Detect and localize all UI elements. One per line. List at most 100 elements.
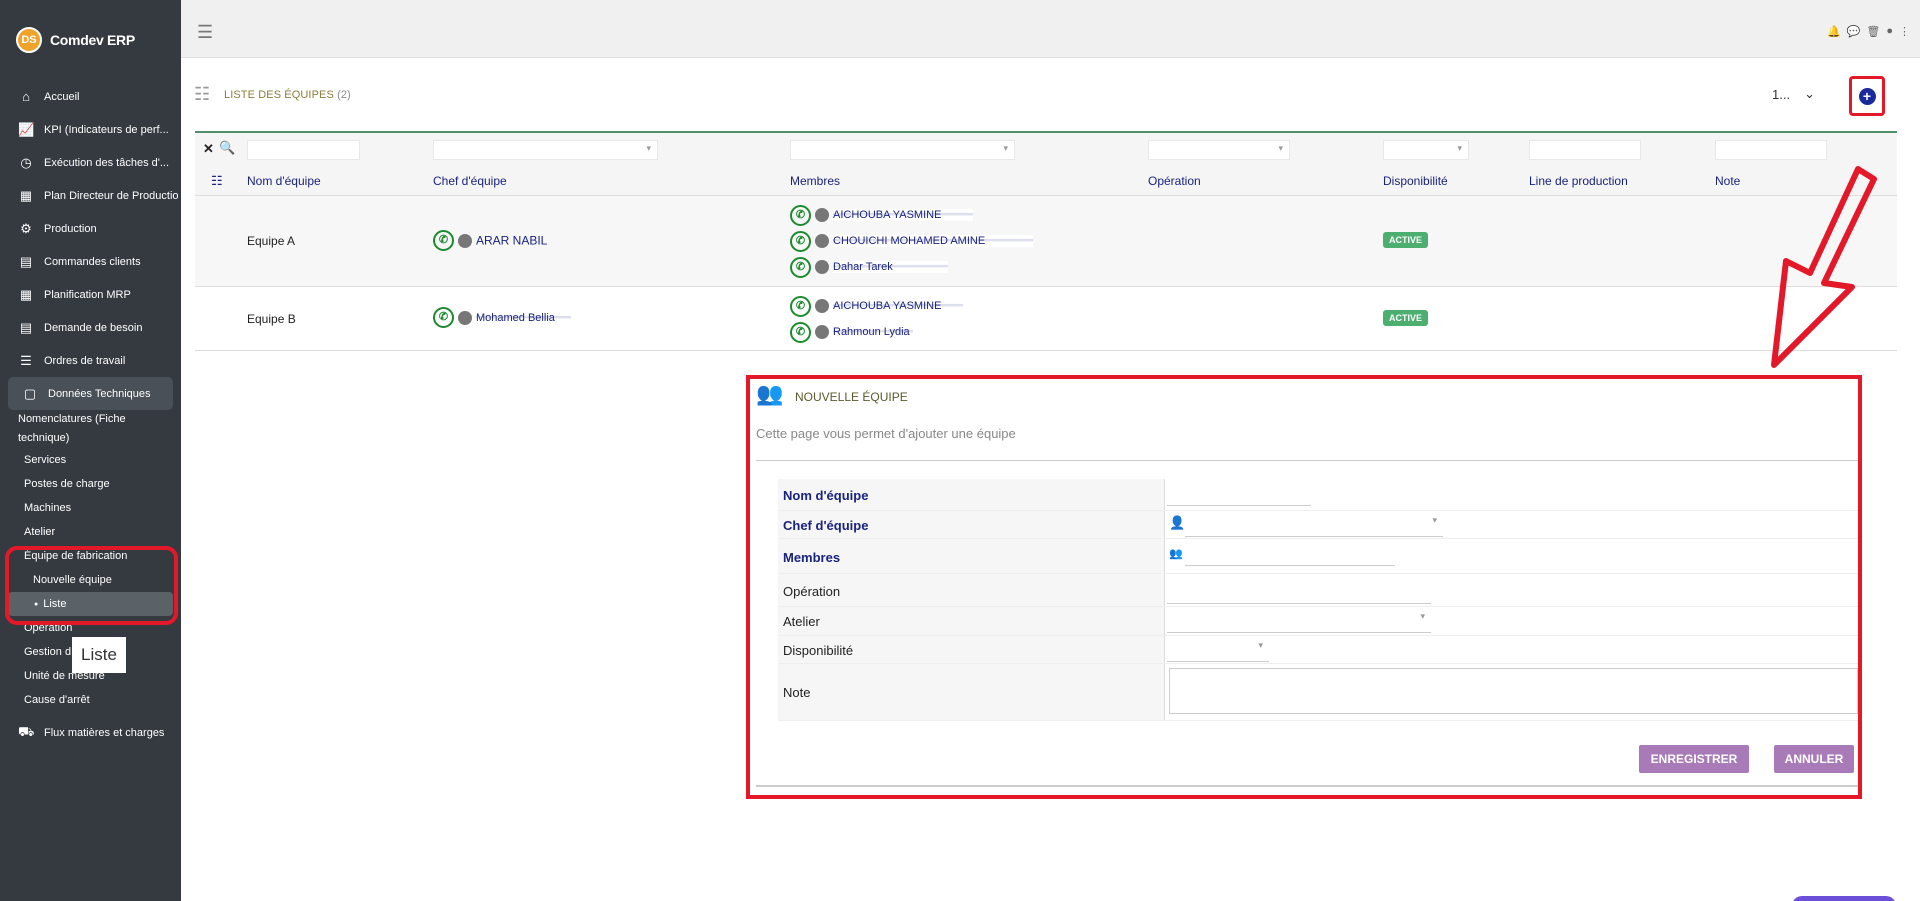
field-cell: 👤 — [1164, 511, 1858, 538]
field-cell — [1164, 574, 1858, 606]
sidebar-item-label: Données Techniques — [48, 387, 151, 400]
note-textarea[interactable] — [1169, 668, 1858, 714]
sidebar-item-2[interactable]: ◷ Exécution des tâches d'... — [0, 146, 181, 179]
sidebar-item-5[interactable]: ▤ Commandes clients — [0, 245, 181, 278]
page-title-text: LISTE DES ÉQUIPES — [224, 89, 334, 101]
member-item: ✆ AICHOUBA YASMINE — [790, 293, 963, 319]
operation-select[interactable] — [1167, 580, 1431, 604]
whatsapp-icon[interactable]: ✆ — [790, 204, 811, 226]
page-title-count: (2) — [337, 89, 351, 101]
more-vertical-icon[interactable]: ⋮ — [1899, 25, 1910, 38]
table-row[interactable]: Equipe B ✆ Mohamed Bellia ✆ AICHOUBA YASMI… — [195, 287, 1897, 351]
sidebar-sub-machines[interactable]: Machines — [0, 496, 181, 520]
top-icons: 🔔 💬 🗑 ● ⋮ — [1827, 25, 1910, 38]
cell-nom: Equipe A — [247, 234, 296, 248]
th-membres[interactable]: Membres — [790, 174, 840, 188]
panel-subtitle: Cette page vous permet d'ajouter une équ… — [756, 426, 1016, 441]
sidebar-sub-cause[interactable]: Cause d'arrêt — [0, 688, 181, 712]
add-button-highlight: + — [1849, 76, 1885, 116]
sidebar-item-label: Flux matières et charges — [44, 726, 165, 739]
label-atelier: Atelier — [783, 614, 820, 629]
whatsapp-icon[interactable]: ✆ — [790, 295, 811, 317]
save-button[interactable]: ENREGISTRER — [1639, 745, 1749, 773]
form-row-operation: Opération — [778, 574, 1858, 607]
whatsapp-icon[interactable]: ✆ — [433, 230, 454, 251]
filter-row: ✕ 🔍 — [195, 133, 1897, 165]
brand-name: Comdev ERP — [50, 32, 135, 48]
cell-chef: ✆ Mohamed Bellia — [433, 307, 571, 328]
brand[interactable]: DS Comdev ERP — [0, 0, 181, 80]
chart-line-icon: 📈 — [18, 121, 35, 137]
bell-icon[interactable]: 🔔 — [1827, 25, 1841, 38]
th-chef[interactable]: Chef d'équipe — [433, 174, 507, 188]
avatar — [815, 325, 829, 339]
user-avatar-icon[interactable]: ● — [1886, 25, 1893, 38]
sidebar-sub-postes[interactable]: Postes de charge — [0, 472, 181, 496]
atelier-select[interactable] — [1167, 609, 1431, 633]
filter-nom-input[interactable] — [247, 140, 360, 160]
sidebar-item-9[interactable]: ▢ Données Techniques — [8, 377, 173, 410]
th-nom[interactable]: Nom d'équipe — [247, 174, 321, 188]
avatar — [458, 310, 472, 325]
add-team-button[interactable]: + — [1858, 87, 1876, 105]
member-item: ✆ AICHOUBA YASMINE — [790, 202, 1033, 228]
sidebar-item-label: KPI (Indicateurs de perf... — [44, 123, 169, 136]
sidebar-item-1[interactable]: 📈 KPI (Indicateurs de perf... — [0, 113, 181, 146]
sidebar-item-label: Plan Directeur de Productio — [44, 189, 179, 202]
th-operation[interactable]: Opération — [1148, 174, 1201, 188]
table-header: ☷ Nom d'équipe Chef d'équipe Membres Opé… — [195, 165, 1897, 196]
document-icon: ▤ — [19, 253, 33, 269]
disponibilite-select[interactable] — [1167, 638, 1269, 662]
hamburger-menu-icon[interactable]: ☰ — [197, 22, 213, 43]
user-icon: 👤 — [1169, 515, 1186, 530]
chat-widget[interactable] — [1792, 896, 1896, 901]
th-disponibilite[interactable]: Disponibilité — [1383, 174, 1448, 188]
nom-input[interactable] — [1167, 482, 1311, 506]
th-note[interactable]: Note — [1715, 174, 1740, 188]
label-note: Note — [783, 685, 811, 700]
member-item: ✆ CHOUICHI MOHAMED AMINE — [790, 228, 1033, 254]
list-icon: ☷ — [194, 84, 211, 104]
sidebar-item-4[interactable]: ⚙ Production — [0, 212, 181, 245]
avatar — [815, 299, 829, 313]
avatar — [815, 234, 829, 248]
trash-icon[interactable]: 🗑 — [1866, 25, 1880, 38]
cell-nom: Equipe B — [247, 312, 296, 326]
filter-chef-select[interactable] — [433, 140, 658, 160]
cancel-button[interactable]: ANNULER — [1774, 745, 1854, 773]
users-icon: 👥 — [756, 381, 784, 406]
whatsapp-icon[interactable]: ✆ — [433, 307, 454, 328]
sidebar-sub-services[interactable]: Services — [0, 448, 181, 472]
sidebar-item-6[interactable]: ▦ Planification MRP — [0, 278, 181, 311]
search-icon[interactable]: 🔍 — [219, 140, 235, 156]
filter-operation-select[interactable] — [1148, 140, 1290, 160]
sidebar-item-3[interactable]: ▦ Plan Directeur de Productio — [0, 179, 181, 212]
sidebar-sub-nomenclatures[interactable]: Nomenclatures (Fiche technique) — [0, 410, 181, 448]
table-row[interactable]: Equipe A ✆ ARAR NABIL ✆ AICHOUBA YASMINE ✆… — [195, 196, 1897, 287]
sidebar-item-label: Production — [44, 222, 97, 235]
sidebar-item-label: Commandes clients — [44, 255, 141, 268]
page-size-select[interactable]: 1... ⌄ — [1772, 86, 1815, 102]
filter-membres-select[interactable] — [790, 140, 1015, 160]
clear-filter-icon[interactable]: ✕ — [203, 141, 214, 157]
whatsapp-icon[interactable]: ✆ — [790, 230, 811, 252]
sidebar-item-flux[interactable]: ⛟ Flux matières et charges — [0, 716, 181, 749]
label-disponibilite: Disponibilité — [783, 643, 854, 658]
sidebar-item-0[interactable]: ⌂ Accueil — [0, 80, 181, 113]
sidebar-item-8[interactable]: ☰ Ordres de travail — [0, 344, 181, 377]
whatsapp-icon[interactable]: ✆ — [790, 256, 811, 278]
chef-select[interactable] — [1185, 513, 1443, 537]
filter-disponibilite-select[interactable] — [1383, 140, 1469, 160]
truck-icon: ⛟ — [18, 723, 35, 739]
filter-line-input[interactable] — [1529, 140, 1641, 160]
membres-select[interactable] — [1185, 542, 1395, 566]
sidebar-item-7[interactable]: ▤ Demande de besoin — [0, 311, 181, 344]
th-line[interactable]: Line de production — [1529, 174, 1628, 188]
filter-note-input[interactable] — [1715, 140, 1827, 160]
form-row-chef: Chef d'équipe 👤 — [778, 511, 1858, 539]
whatsapp-icon[interactable]: ✆ — [790, 321, 811, 343]
chat-icon[interactable]: 💬 — [1847, 25, 1861, 38]
column-toggle-icon[interactable]: ☷ — [211, 173, 223, 189]
avatar — [815, 208, 829, 222]
sidebar-sub-atelier[interactable]: Atelier — [0, 520, 181, 544]
